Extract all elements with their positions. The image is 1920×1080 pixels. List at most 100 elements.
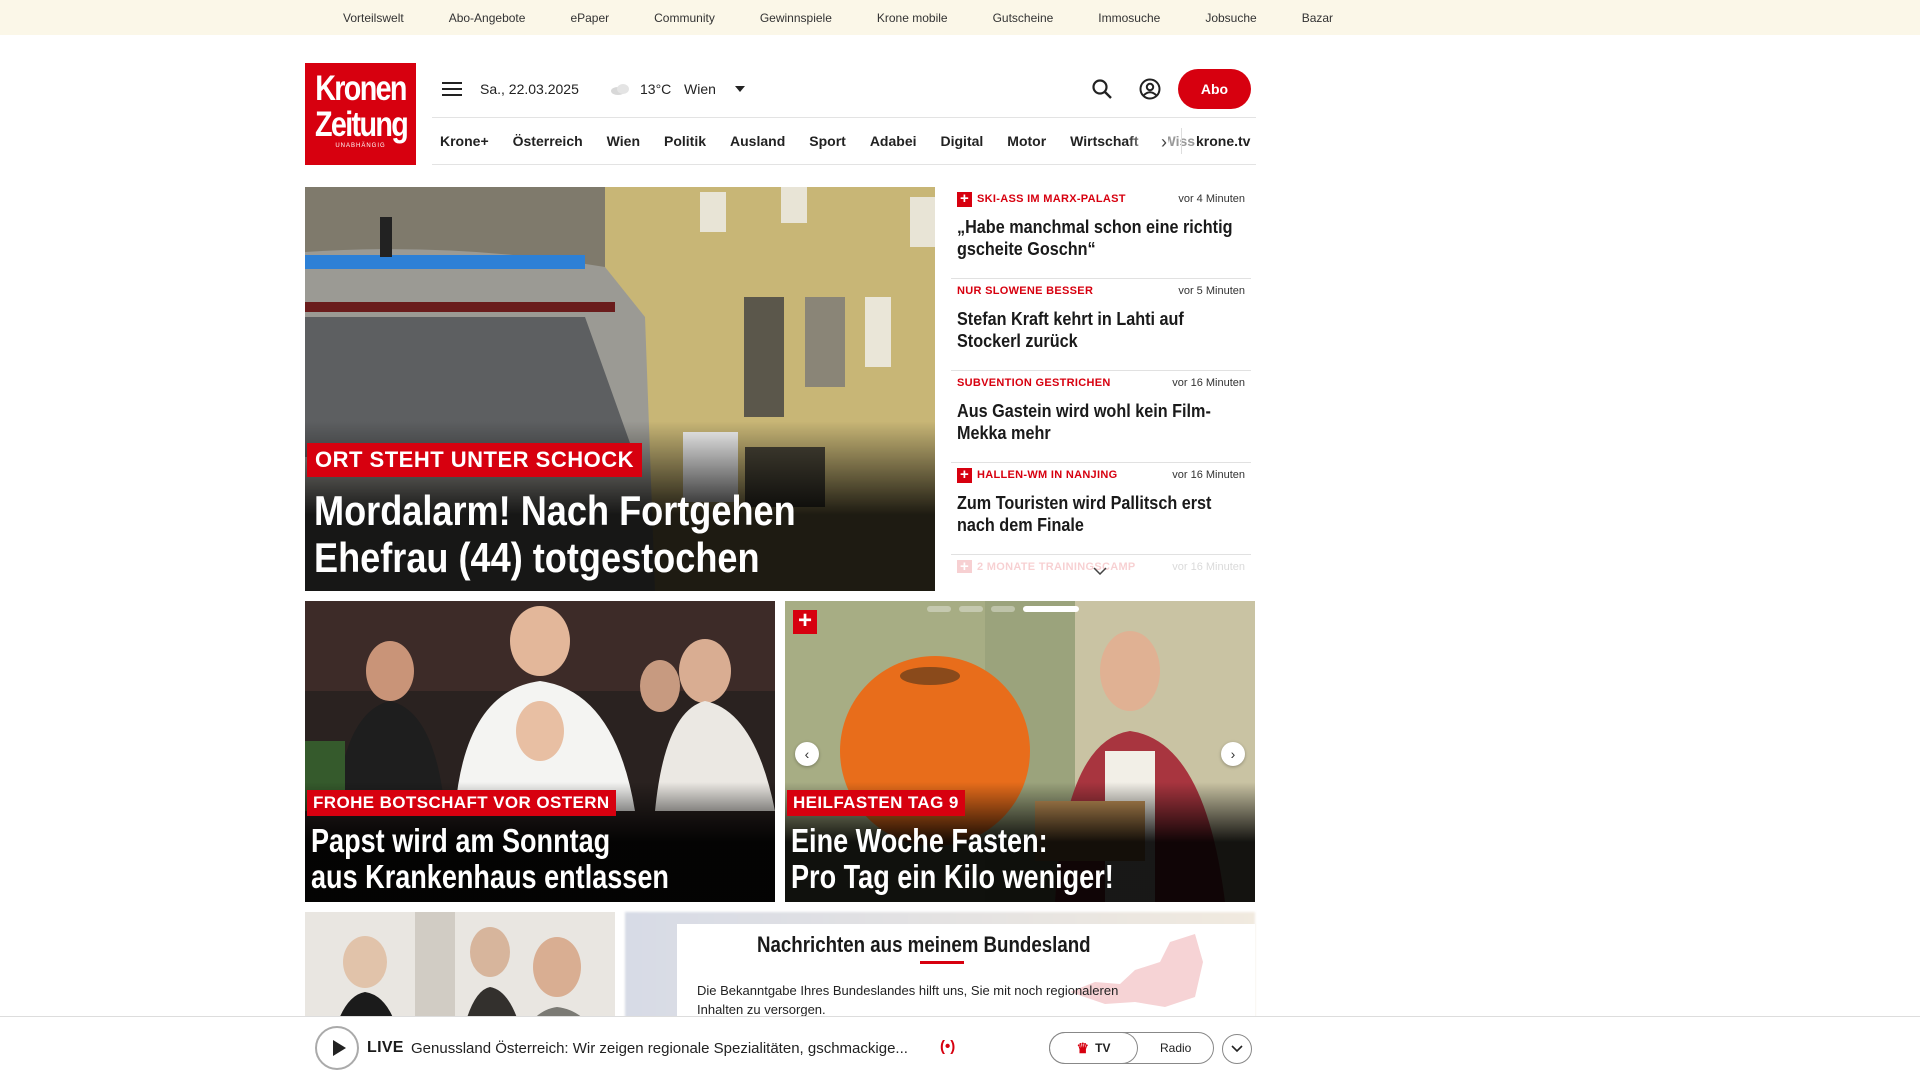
card-headline-line-2: Pro Tag ein Kilo weniger! — [791, 858, 1114, 895]
utility-link-krone-mobile[interactable]: Krone mobile — [877, 11, 948, 25]
nav-item-ausland[interactable]: Ausland — [730, 133, 785, 149]
chevron-right-icon[interactable]: › — [1161, 132, 1167, 153]
region-title: Nachrichten aus meinem Bundesland — [757, 932, 1091, 957]
temperature: 13°C — [640, 81, 672, 97]
play-button[interactable] — [315, 1026, 359, 1070]
utility-link-gewinnspiele[interactable]: Gewinnspiele — [760, 11, 832, 25]
ticker-time: vor 4 Minuten — [1178, 193, 1245, 205]
live-label: LIVE — [367, 1039, 404, 1056]
chevron-down-icon[interactable] — [1093, 567, 1107, 575]
cloud-icon — [611, 84, 629, 95]
utility-link-epaper[interactable]: ePaper — [570, 11, 609, 25]
ticker-time: vor 16 Minuten — [1172, 377, 1245, 389]
radio-toggle[interactable]: Radio — [1160, 1041, 1191, 1055]
ticker-item[interactable]: + HALLEN-WM IN NANJING vor 16 Minuten Zum… — [951, 463, 1251, 555]
tv-label: TV — [1095, 1041, 1111, 1055]
crown-icon: ♛ — [1076, 1039, 1090, 1056]
nav-item-motor[interactable]: Motor — [1007, 133, 1046, 149]
hero-kicker: ORT STEHT UNTER SCHOCK — [307, 443, 642, 477]
carousel-dot[interactable] — [991, 606, 1015, 612]
now-playing-title[interactable]: Genussland Österreich: Wir zeigen region… — [411, 1040, 908, 1057]
ticker-kicker: SUBVENTION GESTRICHEN — [957, 377, 1111, 389]
ticker-item[interactable]: SUBVENTION GESTRICHEN vor 16 Minuten Aus… — [951, 371, 1251, 463]
account-icon[interactable] — [1139, 78, 1161, 100]
hero-headline-line-2: Ehefrau (44) totgestochen — [314, 534, 760, 581]
expand-button[interactable] — [1222, 1034, 1252, 1064]
hero-headline: Mordalarm! Nach Fortgehen Ehefrau (44) t… — [314, 487, 839, 581]
utility-bar: Vorteilswelt Abo-Angebote ePaper Communi… — [0, 0, 1920, 35]
ticker-time: vor 5 Minuten — [1178, 285, 1245, 297]
nav-item-krone-plus[interactable]: Krone+ — [440, 133, 489, 149]
logo-line-1: Kronen — [315, 69, 407, 108]
teaser-card-carousel[interactable]: + HEILFASTEN TAG 9 Eine Woche Fasten: Pr… — [785, 601, 1255, 902]
main-navigation: Krone+ Österreich Wien Politik Ausland S… — [440, 133, 1219, 149]
nav-item-wien[interactable]: Wien — [607, 133, 640, 149]
broadcast-icon: (•) — [940, 1038, 956, 1055]
utility-link-jobsuche[interactable]: Jobsuche — [1205, 11, 1256, 25]
ticker-title: „Habe manchmal schon eine richtig gschei… — [957, 217, 1233, 259]
ticker-kicker: HALLEN-WM IN NANJING — [977, 469, 1118, 481]
krone-plus-icon: + — [957, 467, 972, 483]
tv-radio-switch: ♛ TV Radio — [1049, 1032, 1214, 1064]
card-kicker: FROHE BOTSCHAFT VOR OSTERN — [307, 790, 616, 816]
card-headline: Papst wird am Sonntag aus Krankenhaus en… — [311, 823, 669, 895]
live-player-bar — [0, 1016, 1920, 1080]
utility-link-community[interactable]: Community — [654, 11, 715, 25]
divider — [1181, 128, 1182, 154]
ticker-item[interactable]: NUR SLOWENE BESSER vor 5 Minuten Stefan … — [951, 279, 1251, 371]
chevron-left-icon[interactable]: ‹ — [795, 742, 819, 766]
utility-link-gutscheine[interactable]: Gutscheine — [993, 11, 1054, 25]
card-kicker: HEILFASTEN TAG 9 — [787, 790, 965, 816]
utility-links: Vorteilswelt Abo-Angebote ePaper Communi… — [343, 11, 1378, 25]
kronen-zeitung-logo[interactable]: Kronen Zeitung UNABHÄNGIG — [305, 63, 416, 165]
ticker-title: Zum Touristen wird Pallitsch erst nach d… — [957, 493, 1212, 535]
logo-line-2: Zeitung — [314, 105, 409, 144]
nav-item-adabei[interactable]: Adabei — [870, 133, 917, 149]
carousel-dot[interactable] — [927, 606, 951, 612]
utility-link-vorteilswelt[interactable]: Vorteilswelt — [343, 11, 404, 25]
utility-link-abo-angebote[interactable]: Abo-Angebote — [449, 11, 526, 25]
nav-item-digital[interactable]: Digital — [941, 133, 984, 149]
utility-link-immosuche[interactable]: Immosuche — [1098, 11, 1160, 25]
chevron-down-icon — [1231, 1045, 1243, 1053]
nav-item-krone-tv[interactable]: krone.tv — [1196, 133, 1250, 149]
tv-toggle[interactable]: ♛ TV — [1050, 1033, 1137, 1063]
krone-plus-icon: + — [793, 609, 817, 634]
teaser-card[interactable]: FROHE BOTSCHAFT VOR OSTERN Papst wird am… — [305, 601, 775, 902]
chevron-down-icon[interactable] — [735, 86, 745, 92]
chevron-right-icon[interactable]: › — [1221, 742, 1245, 766]
news-ticker: + SKI-ASS IM MARX-PALAST vor 4 Minuten „H… — [951, 187, 1251, 573]
city-selector[interactable]: Wien — [684, 81, 716, 97]
krone-plus-icon: + — [957, 559, 972, 573]
card-headline: Eine Woche Fasten: Pro Tag ein Kilo weni… — [791, 823, 1114, 895]
hero-article[interactable]: ORT STEHT UNTER SCHOCK Mordalarm! Nach F… — [305, 187, 935, 591]
card-headline-line-1: Eine Woche Fasten: — [791, 822, 1048, 859]
carousel-dot[interactable] — [959, 606, 983, 612]
abo-button[interactable]: Abo — [1178, 69, 1251, 109]
carousel-indicators — [927, 606, 1079, 612]
ticker-kicker: SKI-ASS IM MARX-PALAST — [977, 193, 1126, 205]
hero-headline-line-1: Mordalarm! Nach Fortgehen — [314, 487, 796, 534]
ticker-time: vor 16 Minuten — [1172, 469, 1245, 481]
region-description: Die Bekanntgabe Ihres Bundeslandes hilft… — [697, 983, 1119, 1017]
search-icon[interactable] — [1091, 78, 1113, 100]
ticker-item[interactable]: + SKI-ASS IM MARX-PALAST vor 4 Minuten „H… — [951, 187, 1251, 279]
utility-link-bazar[interactable]: Bazar — [1302, 11, 1333, 25]
divider — [432, 117, 1256, 118]
title-underline — [920, 961, 964, 964]
menu-icon[interactable] — [442, 82, 462, 98]
carousel-dot-active[interactable] — [1023, 606, 1079, 612]
ticker-title: Aus Gastein wird wohl kein Film-Mekka me… — [957, 401, 1211, 443]
ticker-kicker: 2 MONATE TRAININGSCAMP — [977, 561, 1136, 573]
ticker-time: vor 16 Minuten — [1172, 561, 1245, 573]
card-headline-line-1: Papst wird am Sonntag — [311, 822, 611, 859]
nav-item-sport[interactable]: Sport — [809, 133, 846, 149]
divider — [432, 164, 1256, 165]
ticker-title: Stefan Kraft kehrt in Lahti auf Stockerl… — [957, 309, 1184, 351]
card-headline-line-2: aus Krankenhaus entlassen — [311, 858, 669, 895]
nav-item-oesterreich[interactable]: Österreich — [513, 133, 583, 149]
krone-plus-icon: + — [957, 191, 972, 207]
nav-item-politik[interactable]: Politik — [664, 133, 706, 149]
ticker-kicker: NUR SLOWENE BESSER — [957, 285, 1094, 297]
current-date: Sa., 22.03.2025 — [480, 81, 579, 97]
